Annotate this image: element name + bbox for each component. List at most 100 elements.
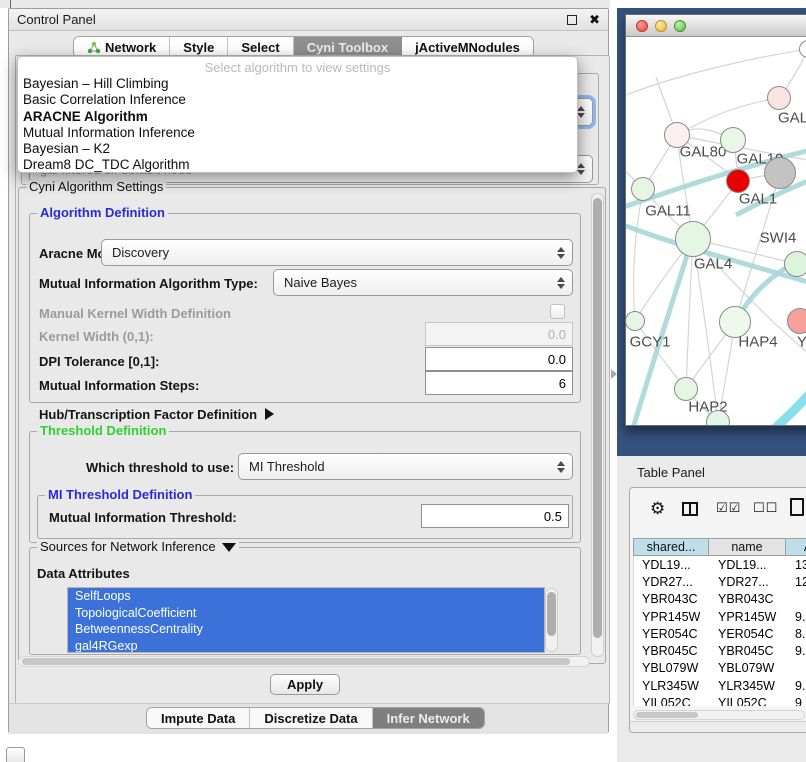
scrollbar-thumb[interactable] (547, 592, 556, 636)
settings-vertical-scrollbar[interactable] (591, 193, 604, 657)
table-cell: YIL052C (634, 694, 710, 706)
table-row[interactable]: YDL19...YDL19...13 (634, 556, 806, 573)
column-header-shared-name[interactable]: shared... (633, 538, 709, 556)
node-label: Y (797, 334, 806, 351)
list-item[interactable]: SelfLoops (68, 588, 544, 605)
scrollbar-thumb[interactable] (636, 712, 698, 718)
table-row[interactable]: YLR345WYLR345W9. (634, 677, 806, 694)
node-label: GAL11 (645, 203, 691, 220)
data-attributes-list: SelfLoops TopologicalCoefficient Between… (67, 587, 545, 653)
menu-item-bayesian-k2[interactable]: Bayesian – K2 (18, 141, 577, 157)
menu-item-bayesian-hill-climbing[interactable]: Bayesian – Hill Climbing (18, 76, 577, 92)
control-panel-titlebar: Control Panel ✖ (9, 9, 608, 31)
minimized-panel-icon[interactable] (6, 747, 25, 762)
tab-jactivemnodules[interactable]: jActiveMNodules (402, 37, 533, 57)
splitter-handle[interactable] (611, 369, 617, 379)
network-canvas[interactable]: GALGAL80GAL10GAL1GAL11GAL4SWI4GCY1HAP4YH… (626, 37, 806, 425)
list-item[interactable]: TopologicalCoefficient (68, 605, 544, 622)
table-cell: YBR045C (634, 642, 710, 659)
mi-type-select[interactable]: Naive Bayes (273, 269, 573, 296)
menu-item-mutual-information[interactable]: Mutual Information Inference (18, 125, 577, 141)
manual-kernel-label: Manual Kernel Width Definition (39, 306, 231, 321)
table-row[interactable]: YIL052CYIL052C9 (634, 694, 806, 706)
screen: Control Panel ✖ Network Style Select Cyn… (0, 0, 806, 762)
column-header-name[interactable]: name (709, 538, 786, 556)
table-row[interactable]: YDR27...YDR27...12 (634, 573, 806, 590)
new-table-icon[interactable] (790, 498, 804, 516)
scrollbar-thumb[interactable] (593, 198, 602, 638)
table-cell: YBL079W (634, 660, 710, 677)
mi-steps-field[interactable]: 6 (425, 371, 573, 395)
network-node[interactable] (720, 127, 746, 153)
sources-toggle[interactable]: Sources for Network Inference (37, 540, 239, 554)
table-row[interactable]: YPR145WYPR145W9. (634, 608, 806, 625)
table-cell: YDL19... (710, 556, 787, 573)
network-node[interactable] (675, 221, 711, 257)
table-cell: YER054C (710, 625, 787, 642)
network-node[interactable] (784, 251, 806, 277)
table-cell: YPR145W (634, 608, 710, 625)
table-row[interactable]: YBR045CYBR045C9. (634, 642, 806, 659)
network-window-titlebar[interactable] (626, 15, 806, 37)
table-row[interactable]: YBL079WYBL079W (634, 660, 806, 677)
close-traffic-light[interactable] (636, 20, 648, 32)
table-horizontal-scrollbar[interactable] (633, 710, 805, 720)
tab-network-label: Network (105, 40, 156, 55)
dpi-tolerance-field[interactable]: 0.0 (425, 347, 573, 371)
tab-select[interactable]: Select (228, 37, 293, 57)
hub-section-toggle[interactable]: Hub/Transcription Factor Definition (39, 407, 274, 422)
zoom-traffic-light[interactable] (674, 20, 686, 32)
network-node[interactable] (626, 311, 645, 331)
close-icon[interactable]: ✖ (589, 15, 600, 25)
tab-impute-data[interactable]: Impute Data (147, 708, 250, 728)
columns-icon[interactable] (682, 502, 698, 516)
which-threshold-select[interactable]: MI Threshold (238, 453, 573, 480)
settings-horizontal-scrollbar[interactable] (18, 656, 590, 667)
control-panel-title: Control Panel (17, 12, 567, 27)
algorithm-dropdown-popup: Select algorithm to view settings Bayesi… (17, 56, 578, 173)
list-item[interactable]: BetweennessCentrality (68, 621, 544, 638)
menu-item-basic-correlation[interactable]: Basic Correlation Inference (18, 92, 577, 108)
attributes-scrollbar[interactable] (545, 588, 558, 652)
kernel-width-field[interactable]: 0.0 (425, 322, 573, 346)
table-cell: 9. (787, 642, 806, 659)
table-row[interactable]: YBR043CYBR043C (634, 591, 806, 608)
tab-cyni-toolbox[interactable]: Cyni Toolbox (294, 37, 402, 57)
table-cell: 8. (787, 625, 806, 642)
tab-style[interactable]: Style (170, 37, 228, 57)
list-item[interactable]: gal4RGexp (68, 638, 544, 654)
table-panel-box: ⚙ ☑☑ ☐☐ shared... name A YDL19...YDL19..… (629, 487, 806, 733)
scrollbar-thumb[interactable] (22, 658, 570, 665)
column-header-cut[interactable]: A (786, 538, 806, 556)
node-table: shared... name A YDL19...YDL19...13YDR27… (633, 538, 806, 706)
apply-button[interactable]: Apply (270, 674, 340, 695)
float-window-icon[interactable] (567, 15, 577, 25)
network-node[interactable] (764, 157, 796, 189)
mi-steps-label: Mutual Information Steps: (39, 378, 199, 393)
network-node[interactable] (787, 308, 806, 334)
network-node[interactable] (631, 177, 655, 201)
network-desktop: GALGAL80GAL10GAL1GAL11GAL4SWI4GCY1HAP4YH… (617, 8, 806, 456)
aracne-mode-select[interactable]: Discovery (101, 239, 573, 266)
node-label: GAL80 (680, 144, 727, 161)
unchecked-columns-icon[interactable]: ☐☐ (753, 500, 778, 516)
bottom-tabs: Impute Data Discretize Data Infer Networ… (146, 707, 485, 729)
expanded-arrow-icon (222, 543, 236, 552)
manual-kernel-checkbox[interactable] (550, 304, 565, 319)
tab-infer-network[interactable]: Infer Network (373, 708, 484, 728)
network-node[interactable] (674, 377, 698, 401)
minimize-traffic-light[interactable] (655, 20, 667, 32)
table-panel-region: Table Panel ⚙ ☑☑ ☐☐ shared... name A YDL… (617, 456, 806, 762)
top-tick (10, 0, 11, 8)
network-node[interactable] (726, 169, 750, 193)
network-node[interactable] (767, 86, 791, 110)
menu-item-dream8[interactable]: Dream8 DC_TDC Algorithm (18, 157, 577, 173)
mi-threshold-field[interactable]: 0.5 (421, 504, 569, 528)
tab-network[interactable]: Network (74, 37, 170, 57)
gear-icon[interactable]: ⚙ (650, 500, 665, 517)
menu-item-aracne[interactable]: ARACNE Algorithm (18, 109, 577, 125)
node-label: GCY1 (630, 334, 671, 351)
tab-discretize-data[interactable]: Discretize Data (250, 708, 372, 728)
table-row[interactable]: YER054CYER054C8. (634, 625, 806, 642)
checked-columns-icon[interactable]: ☑☑ (716, 500, 741, 516)
